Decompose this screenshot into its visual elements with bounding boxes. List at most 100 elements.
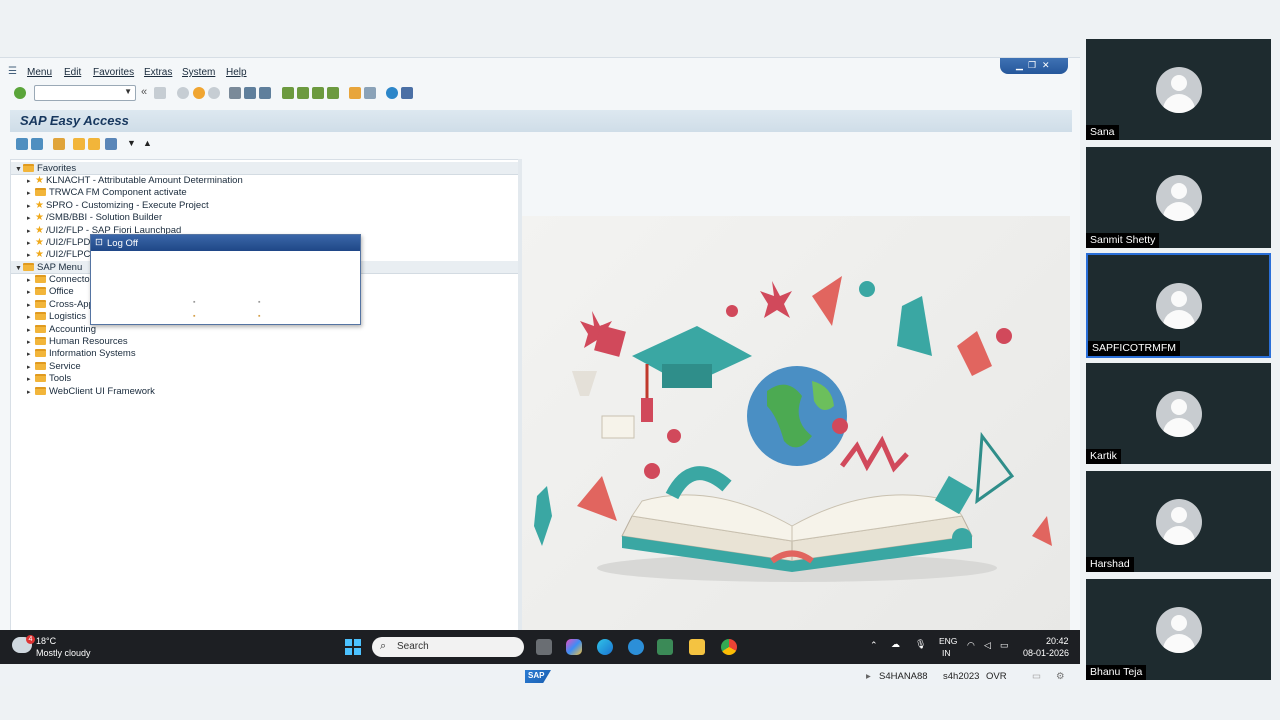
participant-tile[interactable]: Kartik xyxy=(1086,363,1271,464)
move-down-icon[interactable]: ▼ xyxy=(127,138,136,148)
next-page-icon[interactable] xyxy=(312,87,324,99)
shortcut-icon[interactable] xyxy=(364,87,376,99)
close-icon[interactable]: ✕ xyxy=(1042,60,1050,71)
favorite-item[interactable]: ▸ ★ SPRO - Customizing - Execute Project xyxy=(27,200,209,212)
weather-temp: 18°C xyxy=(36,636,57,646)
tree-section-favorites[interactable]: ▼ Favorites xyxy=(11,162,519,175)
add-favorite-icon[interactable] xyxy=(73,138,85,150)
star-icon: ★ xyxy=(35,237,44,248)
favorite-item[interactable]: ▸ ★/SMB/BBI - Solution Builder xyxy=(27,212,162,224)
star-icon: ★ xyxy=(35,175,44,186)
sap-menu-item[interactable]: ▸ Cross-App xyxy=(27,299,94,311)
status-arrow-icon[interactable]: ▸ xyxy=(866,671,871,682)
sap-menu-item[interactable]: ▸ Logistics xyxy=(27,311,86,323)
sap-menu-item[interactable]: ▸ Information Systems xyxy=(27,348,136,360)
back-icon[interactable] xyxy=(177,87,189,99)
clock-time[interactable]: 20:42 xyxy=(1046,636,1069,646)
save-icon[interactable] xyxy=(154,87,166,99)
chevron-up-icon[interactable]: ⌃ xyxy=(870,640,878,651)
chrome-icon[interactable] xyxy=(721,639,737,655)
clock-date[interactable]: 08-01-2026 xyxy=(1023,648,1069,658)
participant-tile-active[interactable]: SAPFICOTRMFM xyxy=(1086,253,1271,358)
folder-icon xyxy=(23,164,34,172)
find-next-icon[interactable] xyxy=(259,87,271,99)
menu-item-help[interactable]: Help xyxy=(226,67,247,78)
participant-tile[interactable]: Bhanu Teja xyxy=(1086,579,1271,680)
change-favorite-icon[interactable] xyxy=(105,138,117,150)
other-menu-icon[interactable] xyxy=(53,138,65,150)
expand-icon[interactable]: ▼ xyxy=(15,166,23,173)
customize-layout-icon[interactable] xyxy=(401,87,413,99)
edge-icon[interactable] xyxy=(597,639,613,655)
weather-badge: 4 xyxy=(26,635,35,644)
avatar-icon xyxy=(1156,391,1202,437)
first-page-icon[interactable] xyxy=(282,87,294,99)
participant-tile[interactable]: Sana xyxy=(1086,39,1271,140)
task-view-icon[interactable] xyxy=(536,639,552,655)
sap-menu-item[interactable]: ▸ Human Resources xyxy=(27,336,128,348)
battery-icon[interactable]: ▭ xyxy=(1000,640,1009,651)
cancel-icon[interactable] xyxy=(208,87,220,99)
copilot-icon[interactable] xyxy=(566,639,582,655)
restore-icon[interactable]: ❐ xyxy=(1028,60,1036,71)
participant-name: Sanmit Shetty xyxy=(1086,233,1160,248)
move-up-icon[interactable]: ▲ xyxy=(143,138,152,148)
enter-icon[interactable] xyxy=(14,87,26,99)
microphone-icon[interactable]: 🎙 xyxy=(915,639,926,650)
status-settings-icon[interactable]: ⚙ xyxy=(1056,671,1065,682)
volume-icon[interactable]: ◁ xyxy=(984,640,991,651)
lang-bottom[interactable]: IN xyxy=(942,648,951,658)
collapse-command-icon[interactable]: « xyxy=(141,86,147,98)
command-field[interactable]: ▼ xyxy=(34,85,136,101)
sap-menu-item[interactable]: ▸ Office xyxy=(27,286,74,298)
file-explorer-icon[interactable] xyxy=(689,639,705,655)
sap-menu-item[interactable]: ▸ WebClient UI Framework xyxy=(27,386,155,398)
favorite-item[interactable]: ▸ ★/UI2/FLPD xyxy=(27,237,90,249)
menu-icon[interactable]: ☰ xyxy=(8,66,17,77)
participant-tile[interactable]: Sanmit Shetty xyxy=(1086,147,1271,248)
avatar-icon xyxy=(1156,607,1202,653)
folder-icon xyxy=(35,287,46,295)
onedrive-icon[interactable]: ☁ xyxy=(891,639,900,650)
wifi-icon[interactable]: ◠ xyxy=(967,640,975,651)
menu-item-system[interactable]: System xyxy=(182,67,215,78)
windows-start-icon[interactable] xyxy=(345,639,361,655)
favorite-item[interactable]: ▸ ★/UI2/FLPC xyxy=(27,249,90,261)
lang-top[interactable]: ENG xyxy=(939,636,957,646)
menu-item-favorites[interactable]: Favorites xyxy=(93,67,134,78)
last-page-icon[interactable] xyxy=(327,87,339,99)
favorite-item[interactable]: ▸ ★ KLNACHT - Attributable Amount Determin… xyxy=(27,175,243,187)
find-icon[interactable] xyxy=(244,87,256,99)
sap-menu-item[interactable]: ▸ Tools xyxy=(27,373,71,385)
sap-gui-icon[interactable] xyxy=(657,639,673,655)
star-icon: ★ xyxy=(35,249,44,260)
taskbar-search[interactable]: ⌕ Search xyxy=(372,637,524,657)
participant-tile[interactable]: Harshad xyxy=(1086,471,1271,572)
create-session-icon[interactable] xyxy=(349,87,361,99)
sap-menu-item[interactable]: ▸ Connector xyxy=(27,274,93,286)
sap-menu-item[interactable]: ▸ Service xyxy=(27,361,81,373)
sap-logon-icon[interactable] xyxy=(628,639,644,655)
menu-item-extras[interactable]: Extras xyxy=(144,67,172,78)
loading-indicator-icon: ▪ xyxy=(193,313,196,320)
windows-taskbar: 4 18°C Mostly cloudy ⌕ Search ⌃ ☁ 🎙 ENG … xyxy=(0,630,1080,664)
sap-menu-icon[interactable] xyxy=(31,138,43,150)
help-icon[interactable] xyxy=(386,87,398,99)
page-title: SAP Easy Access xyxy=(20,113,129,128)
minimize-icon[interactable]: ▁ xyxy=(1016,60,1023,71)
dialog-header[interactable]: ⊡ Log Off xyxy=(91,235,360,251)
search-placeholder: Search xyxy=(397,641,429,652)
delete-favorite-icon[interactable] xyxy=(88,138,100,150)
expand-icon[interactable]: ▼ xyxy=(15,265,23,272)
favorite-item[interactable]: ▸ TRWCA FM Component activate xyxy=(27,187,187,199)
menu-item-menu[interactable]: Menu xyxy=(27,67,52,78)
user-menu-icon[interactable] xyxy=(16,138,28,150)
menu-item-edit[interactable]: Edit xyxy=(64,67,81,78)
sap-menu-item[interactable]: ▸ Accounting xyxy=(27,324,96,336)
previous-page-icon[interactable] xyxy=(297,87,309,99)
status-box-icon[interactable]: ▭ xyxy=(1032,671,1041,682)
print-icon[interactable] xyxy=(229,87,241,99)
weather-desc: Mostly cloudy xyxy=(36,648,91,658)
chevron-down-icon[interactable]: ▼ xyxy=(124,87,132,96)
exit-icon[interactable] xyxy=(193,87,205,99)
